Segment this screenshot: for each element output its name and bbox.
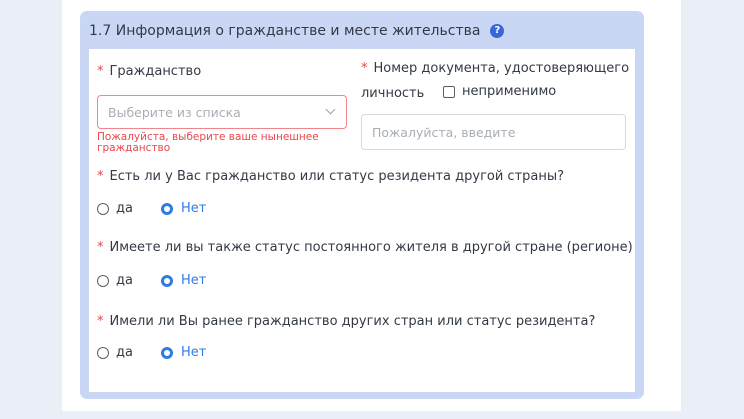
radio-yes-q1[interactable] [97,203,109,215]
radio-yes-q3[interactable] [97,347,109,359]
question-circle-icon[interactable]: ? [490,24,505,38]
required-mark: * [97,169,104,184]
question-permanent-resident: * Имеете ли вы также статус постоянного ж… [97,240,633,255]
radio-no-q2[interactable] [161,275,173,287]
option-yes-label: да [116,273,133,288]
radio-no-q3[interactable] [161,347,173,359]
option-no-label: Нет [181,345,207,360]
option-yes-label: да [116,345,133,360]
radio-no-q1[interactable] [161,203,173,215]
not-applicable-label: неприменимо [462,84,557,99]
question-text: Есть ли у Вас гражданство или статус рез… [109,169,565,184]
id-document-label-row: * Номер документа, удостоверяющего [361,61,629,76]
chevron-down-icon [325,104,336,115]
citizenship-placeholder: Выберите из списка [108,105,241,120]
question-previous-citizenship: * Имели ли Вы ранее гражданство других ст… [97,314,595,329]
id-document-label: Номер документа, удостоверяющего [373,61,630,76]
section-title: 1.7 Информация о гражданстве и месте жит… [89,23,481,39]
citizenship-label: Гражданство [109,64,202,79]
question-text: Имели ли Вы ранее гражданство других стр… [109,314,596,329]
required-mark: * [97,240,104,255]
id-document-input[interactable]: Пожалуйста, введите [361,114,626,150]
citizenship-error: Пожалуйста, выберите ваше нынешнее гражд… [97,131,319,154]
required-mark: * [97,314,104,329]
question-other-citizenship: * Есть ли у Вас гражданство или статус ре… [97,169,564,184]
question-text: Имеете ли вы также статус постоянного жи… [109,240,633,255]
required-mark: * [97,64,104,79]
required-mark: * [361,61,368,76]
radio-yes-q2[interactable] [97,275,109,287]
id-document-label-line2: личность [361,86,425,101]
citizenship-label-row: * Гражданство [97,64,201,79]
option-yes-label: да [116,201,133,216]
id-document-placeholder: Пожалуйста, введите [372,125,516,140]
section-header: 1.7 Информация о гражданстве и месте жит… [89,20,505,42]
option-no-label: Нет [181,273,207,288]
citizenship-select[interactable]: Выберите из списка [97,95,347,129]
not-applicable-checkbox[interactable] [443,86,455,98]
option-no-label: Нет [181,201,207,216]
